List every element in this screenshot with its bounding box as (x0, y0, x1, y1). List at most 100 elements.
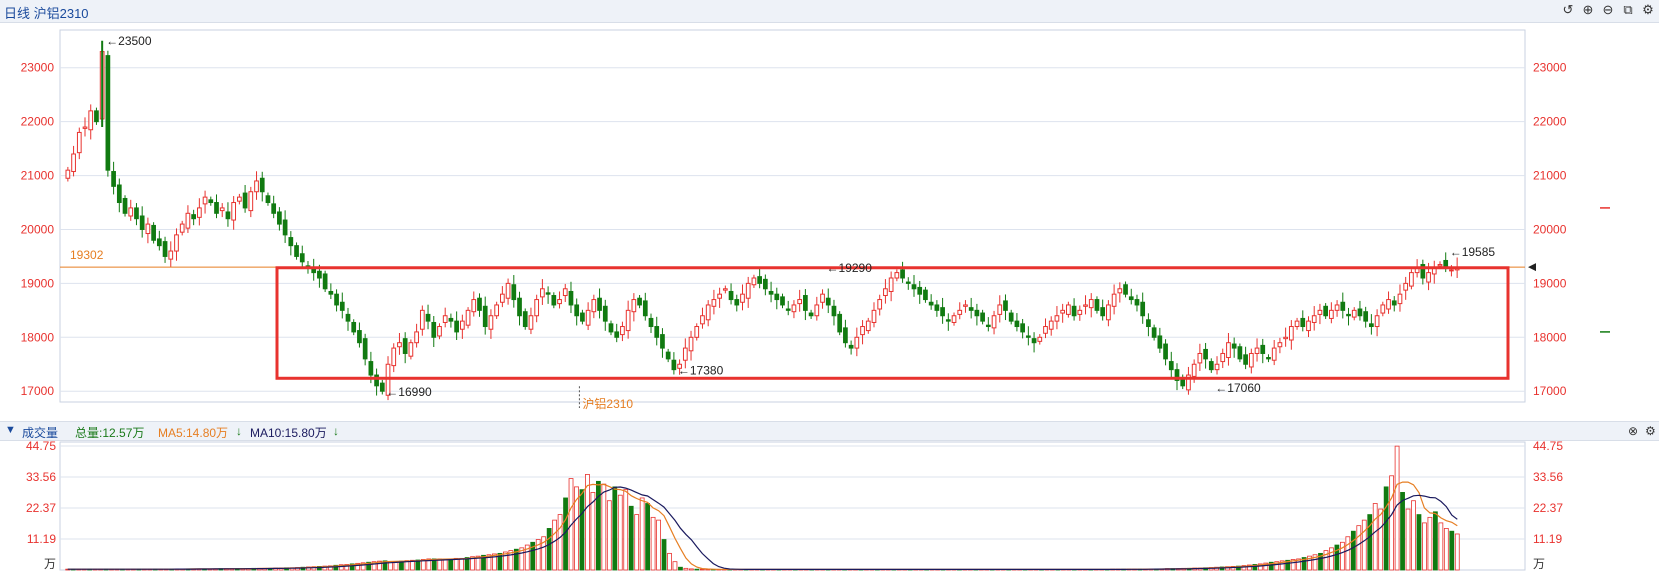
candle-body (65, 169, 71, 179)
candle-body (145, 223, 151, 235)
volume-bar (1367, 514, 1373, 571)
candle-body (968, 307, 974, 311)
candle-body (237, 196, 242, 202)
candle-body (682, 347, 688, 361)
candle-body (997, 304, 1003, 315)
candle-body (1254, 347, 1260, 354)
candle-body (803, 295, 808, 311)
candle-body (740, 293, 745, 303)
vol-tick-label-right: 33.56 (1533, 470, 1563, 484)
candle-body (500, 293, 505, 303)
candle-body (808, 312, 814, 317)
candle-body (168, 250, 174, 260)
arrow-down-icon: ↓ (236, 424, 242, 438)
volume-bar (601, 483, 607, 571)
candle-body (254, 180, 259, 193)
candle-body (980, 312, 985, 322)
candle-body (585, 309, 591, 326)
vol-tick-label-right: 44.75 (1533, 439, 1563, 453)
volume-bar (1350, 530, 1356, 571)
candle-body (134, 207, 139, 220)
candle-body (1025, 335, 1031, 338)
volume-bar (1400, 492, 1405, 571)
candle-body (1037, 336, 1043, 342)
candle-body (105, 55, 111, 171)
volume-bar (672, 561, 678, 571)
candle-body (1443, 259, 1449, 268)
y-tick-label-left: 22000 (21, 115, 55, 129)
volume-bar (1389, 475, 1395, 571)
candle-body (1437, 264, 1443, 267)
candle-body (1391, 300, 1397, 306)
candle-body (139, 215, 145, 230)
volume-bar (694, 568, 700, 571)
settings-icon[interactable]: ⚙ (1645, 424, 1656, 438)
candle-body (317, 270, 322, 279)
candle-body (1340, 301, 1346, 311)
candle-body (717, 293, 722, 299)
candle-body (951, 315, 957, 323)
candle-body (700, 315, 705, 325)
candle-body (414, 331, 419, 344)
candle-body (763, 278, 768, 290)
candle-body (1100, 307, 1106, 317)
candle-body (299, 253, 305, 263)
price-marker-icon (1528, 263, 1536, 272)
candle-body (1214, 363, 1220, 371)
candle-body (620, 326, 625, 336)
close-icon[interactable]: ⊗ (1628, 424, 1638, 438)
volume-bar (585, 474, 590, 571)
candle-body (757, 276, 762, 284)
candle-body (614, 331, 620, 338)
candle-body (1409, 272, 1414, 287)
candle-body (1346, 313, 1351, 317)
candle-body (1266, 357, 1271, 360)
candle-body (1248, 352, 1254, 368)
volume-bar (557, 514, 563, 571)
candle-body (671, 359, 677, 371)
candle-body (1106, 304, 1111, 321)
y-tick-label-right: 23000 (1533, 61, 1567, 75)
y-tick-label-left: 23000 (21, 61, 55, 75)
candle-body (345, 313, 351, 322)
candle-body (368, 361, 374, 376)
candle-body (334, 293, 339, 306)
triangle-down-icon[interactable]: ▼ (5, 424, 16, 436)
volume-bar (612, 486, 618, 571)
candle-body (179, 223, 185, 233)
candle-body (465, 309, 471, 326)
candle-body (328, 290, 334, 295)
candle-body (505, 282, 511, 299)
candle-body (854, 336, 860, 349)
candle-body (768, 290, 774, 295)
candle-body (945, 319, 951, 322)
candle-body (1208, 361, 1214, 371)
candle-body (745, 282, 751, 299)
contract-label: 沪铝2310 (582, 396, 633, 411)
candle-body (1231, 343, 1237, 349)
candle-body (522, 311, 528, 328)
candle-body (76, 131, 82, 154)
vol-tick-label-left: 11.19 (27, 532, 56, 546)
volume-bar (442, 558, 448, 571)
candle-body (1088, 299, 1094, 309)
candle-body (231, 202, 237, 221)
candle-body (265, 195, 271, 204)
candle-body (797, 299, 803, 305)
candle-body (1134, 299, 1140, 306)
candle-body (888, 277, 894, 292)
candle-body (208, 199, 214, 204)
candle-body (665, 351, 671, 360)
candle-body (591, 299, 597, 313)
candle-body (1277, 342, 1283, 348)
candle-body (705, 304, 711, 321)
candle-body (1323, 305, 1329, 317)
volume-header-bar: ▼ 成交量 总量:12.57万 MA5:14.80万 ↓ MA10:15.80万… (0, 421, 1659, 441)
price-annotation: ←17060 (1215, 381, 1261, 395)
volume-bar (606, 500, 612, 571)
candle-body (494, 304, 500, 317)
candle-body (1094, 299, 1100, 311)
price-volume-chart: 17000 17000 18000 18000 19000 19000 20000 20000… (21, 29, 1610, 571)
y-tick-label-right: 20000 (1533, 222, 1567, 236)
candle-body (625, 309, 631, 332)
